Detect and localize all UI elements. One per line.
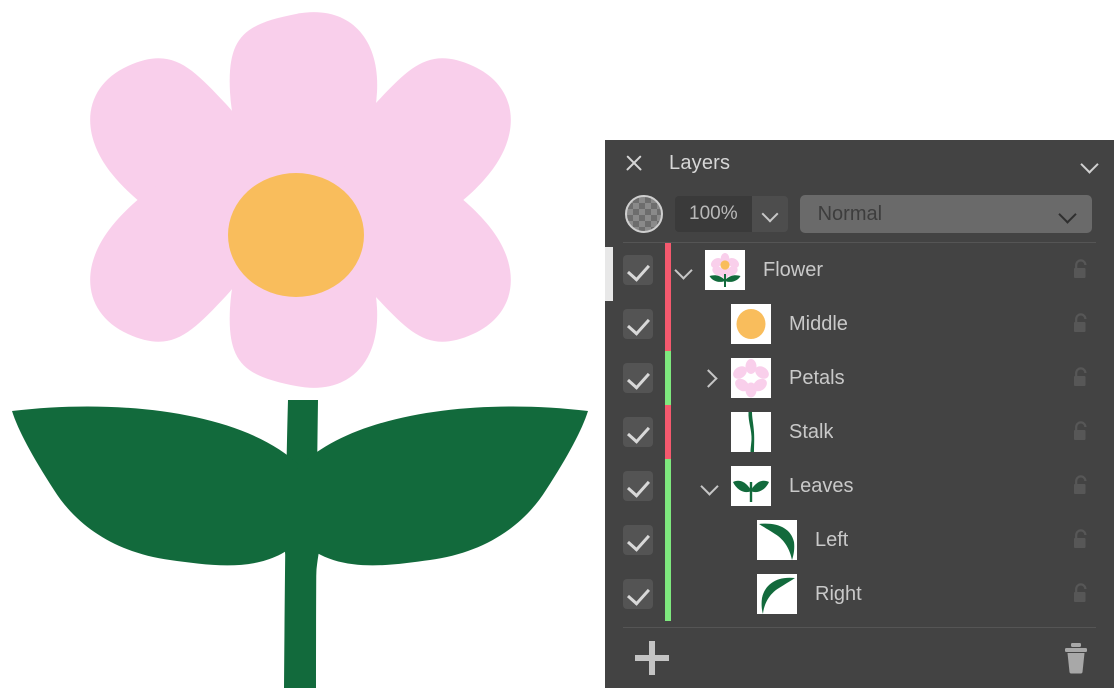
layer-row-body: Left [671, 520, 1114, 560]
layer-thumbnail[interactable] [731, 466, 771, 506]
layer-visibility-checkbox[interactable] [623, 309, 653, 339]
app-root: Layers 100% Normal Flower Middle Petals Sta… [0, 0, 1114, 688]
layer-name: Middle [789, 312, 848, 335]
layer-name: Flower [763, 258, 824, 281]
layer-list[interactable]: Flower Middle Petals Stalk Leaves Left Right [605, 243, 1114, 627]
chevron-down-icon[interactable] [671, 257, 697, 283]
layers-panel: Layers 100% Normal Flower Middle Petals Sta… [605, 140, 1114, 688]
blend-mode-value: Normal [817, 202, 883, 225]
layer-name: Petals [789, 366, 845, 389]
layer-visibility-checkbox[interactable] [623, 471, 653, 501]
chevron-down-icon[interactable] [751, 196, 788, 232]
panel-header: Layers [605, 140, 1114, 186]
flower-illustration [12, 12, 588, 688]
twisty-spacer [723, 527, 749, 553]
layer-row[interactable]: Flower [605, 243, 1114, 297]
trash-icon[interactable] [1062, 642, 1090, 674]
opacity-input[interactable]: 100% [675, 196, 752, 232]
unlock-icon[interactable] [1070, 420, 1092, 444]
close-icon[interactable] [623, 152, 645, 174]
layer-name: Left [815, 528, 849, 551]
opacity-stepper[interactable]: 100% [675, 196, 788, 232]
chevron-down-icon[interactable] [697, 473, 723, 499]
layer-row-body: Middle [671, 304, 1114, 344]
twisty-spacer [697, 311, 723, 337]
layer-row[interactable]: Middle [605, 297, 1114, 351]
layer-visibility-checkbox[interactable] [623, 417, 653, 447]
layer-row[interactable]: Left [605, 513, 1114, 567]
canvas-artwork[interactable] [0, 0, 610, 688]
chevron-right-icon[interactable] [697, 365, 723, 391]
layer-row-body: Right [671, 574, 1114, 614]
leaf-left [12, 406, 316, 566]
blend-mode-select[interactable]: Normal [799, 195, 1092, 233]
layer-row-body: Stalk [671, 412, 1114, 452]
unlock-icon[interactable] [1070, 528, 1092, 552]
layer-visibility-checkbox[interactable] [623, 363, 653, 393]
layer-name: Leaves [789, 474, 854, 497]
twisty-spacer [697, 419, 723, 445]
layer-visibility-checkbox[interactable] [623, 525, 653, 555]
unlock-icon[interactable] [1070, 258, 1092, 282]
layer-row[interactable]: Right [605, 567, 1114, 621]
transparency-checker-icon[interactable] [625, 195, 663, 233]
layer-thumbnail[interactable] [731, 304, 771, 344]
layer-name: Stalk [789, 420, 834, 443]
unlock-icon[interactable] [1070, 312, 1092, 336]
chevron-down-icon [1058, 208, 1078, 220]
layer-visibility-checkbox[interactable] [623, 579, 653, 609]
layer-row[interactable]: Stalk [605, 405, 1114, 459]
layer-properties-toolbar: 100% Normal [605, 186, 1114, 242]
unlock-icon[interactable] [1070, 582, 1092, 606]
twisty-spacer [723, 581, 749, 607]
layer-name: Right [815, 582, 862, 605]
leaf-right [284, 406, 588, 566]
layer-row[interactable]: Petals [605, 351, 1114, 405]
layer-row-body: Petals [671, 358, 1114, 398]
plus-icon[interactable] [635, 641, 669, 675]
layer-row-body: Leaves [671, 466, 1114, 506]
stalk-junction [276, 470, 328, 576]
layer-row[interactable]: Leaves [605, 459, 1114, 513]
unlock-icon[interactable] [1070, 474, 1092, 498]
panel-footer [605, 628, 1114, 688]
layer-thumbnail[interactable] [757, 520, 797, 560]
flower-center [228, 173, 364, 297]
page-title: Layers [669, 151, 731, 174]
layer-row-body: Flower [671, 250, 1114, 290]
layer-visibility-checkbox[interactable] [623, 255, 653, 285]
layer-thumbnail[interactable] [757, 574, 797, 614]
layer-thumbnail[interactable] [731, 412, 771, 452]
layer-thumbnail[interactable] [731, 358, 771, 398]
unlock-icon[interactable] [1070, 366, 1092, 390]
chevron-down-icon[interactable] [1080, 157, 1100, 169]
layer-thumbnail[interactable] [705, 250, 745, 290]
